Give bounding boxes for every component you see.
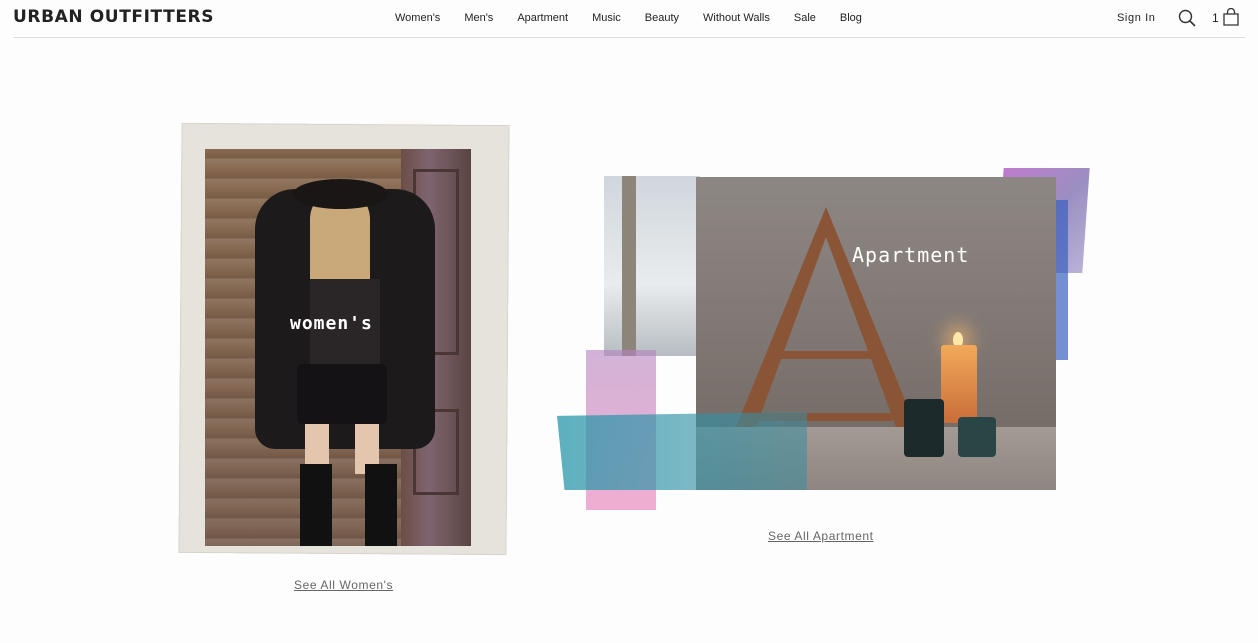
- triangle-shelf-illustration: [736, 207, 916, 427]
- sign-in-link[interactable]: Sign In: [1117, 12, 1155, 24]
- nav-link-apartment[interactable]: Apartment: [517, 12, 568, 24]
- womens-image-label: women's: [290, 313, 373, 334]
- window-frame-piece: [622, 176, 636, 356]
- window-collage-piece: [604, 176, 700, 356]
- main-nav: Women's Men's Apartment Music Beauty Wit…: [395, 12, 886, 24]
- nav-link-sale[interactable]: Sale: [794, 12, 816, 24]
- search-icon[interactable]: [1178, 9, 1196, 27]
- see-all-womens-link[interactable]: See All Women's: [294, 578, 393, 592]
- see-all-apartment-link[interactable]: See All Apartment: [768, 529, 874, 543]
- nav-link-without-walls[interactable]: Without Walls: [703, 12, 770, 24]
- womens-category-image[interactable]: [205, 149, 471, 546]
- shopping-bag-icon[interactable]: [1222, 8, 1240, 26]
- cart-count[interactable]: 1: [1212, 11, 1219, 25]
- apartment-image-label: Apartment: [852, 243, 970, 267]
- nav-link-mens[interactable]: Men's: [464, 12, 493, 24]
- brand-logo[interactable]: URBAN OUTFITTERS: [13, 7, 214, 27]
- header-divider: [13, 37, 1245, 38]
- site-header: URBAN OUTFITTERS Women's Men's Apartment…: [0, 0, 1258, 38]
- nav-link-womens[interactable]: Women's: [395, 12, 440, 24]
- paint-overlay-decoration: [557, 412, 807, 490]
- nav-link-beauty[interactable]: Beauty: [645, 12, 679, 24]
- candle-illustration: [941, 345, 977, 423]
- nav-link-blog[interactable]: Blog: [840, 12, 862, 24]
- nav-link-music[interactable]: Music: [592, 12, 621, 24]
